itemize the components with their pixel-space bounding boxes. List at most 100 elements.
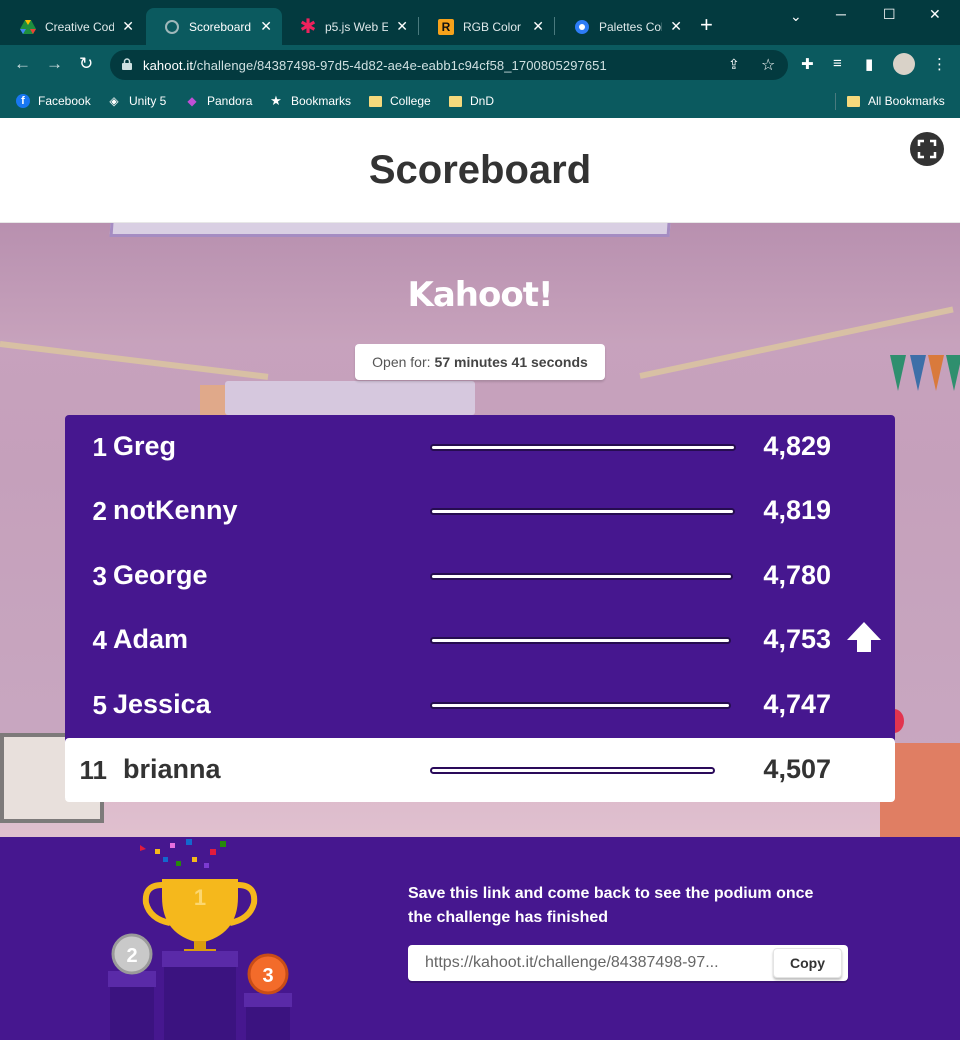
save-link-message: Save this link and come back to see the … bbox=[408, 885, 814, 926]
unity-icon: ◈ bbox=[109, 94, 119, 108]
podium-first-label: 1 bbox=[194, 885, 206, 910]
player-score: 4,753 bbox=[763, 624, 831, 654]
fullscreen-button[interactable] bbox=[910, 132, 944, 166]
current-player-row: 11 brianna 4,507 bbox=[65, 738, 895, 802]
folder-icon bbox=[368, 94, 382, 108]
podium-second-label: 2 bbox=[126, 945, 137, 967]
tab-p5js[interactable]: ✱ p5.js Web Ed ✕ bbox=[282, 8, 418, 45]
close-icon[interactable]: ✕ bbox=[396, 18, 408, 35]
lock-icon bbox=[122, 58, 132, 70]
leaderboard: 1 Greg 4,829 2 notKenny 4,819 3 George 4… bbox=[65, 415, 895, 802]
confetti bbox=[204, 863, 209, 868]
tab-scoreboard[interactable]: Scoreboard - ✕ bbox=[146, 8, 282, 45]
podium-third bbox=[246, 1007, 290, 1040]
challenge-link-input[interactable] bbox=[425, 954, 765, 972]
confetti bbox=[140, 845, 146, 851]
bookmark-label: Facebook bbox=[38, 94, 91, 108]
bookmarks-separator bbox=[835, 93, 836, 110]
share-icon[interactable]: ⇪ bbox=[728, 56, 740, 73]
confetti bbox=[163, 857, 168, 862]
player-rank: 5 bbox=[92, 690, 107, 720]
tab-title: Palettes Colo bbox=[599, 19, 662, 34]
player-score: 4,507 bbox=[763, 754, 831, 784]
leaderboard-row: 3 George 4,780 bbox=[65, 544, 895, 608]
minimize-icon[interactable]: ─ bbox=[836, 6, 846, 22]
bookmark-bookmarks[interactable]: ★ Bookmarks bbox=[269, 92, 351, 110]
facebook-icon: f bbox=[16, 94, 30, 108]
url-text: kahoot.it/challenge/84387498-97d5-4d82-a… bbox=[143, 58, 607, 73]
leaderboard-row: 4 Adam 4,753 bbox=[65, 608, 895, 672]
bookmark-dnd[interactable]: DnD bbox=[448, 92, 494, 110]
bunting-flag bbox=[890, 355, 906, 391]
score-bar bbox=[430, 508, 735, 515]
address-bar[interactable]: kahoot.it/challenge/84387498-97d5-4d82-a… bbox=[110, 50, 788, 80]
bookmark-label: DnD bbox=[470, 94, 495, 108]
podium-top bbox=[162, 951, 238, 967]
pandora-icon: ◆ bbox=[187, 94, 197, 108]
back-icon[interactable]: ← bbox=[14, 54, 31, 74]
player-score: 4,780 bbox=[763, 560, 831, 590]
bookmark-facebook[interactable]: f Facebook bbox=[16, 92, 91, 110]
all-bookmarks[interactable]: All Bookmarks bbox=[846, 92, 945, 110]
extensions-icon[interactable]: ✚ bbox=[801, 55, 814, 73]
browser-tab-bar: Creative Cod ✕ Scoreboard - ✕ ✱ p5.js We… bbox=[0, 0, 960, 45]
close-icon[interactable]: ✕ bbox=[260, 18, 272, 35]
bookmark-pandora[interactable]: ◆ Pandora bbox=[185, 92, 252, 110]
player-name: Adam bbox=[113, 624, 189, 654]
media-icon[interactable]: ≡ bbox=[833, 55, 842, 72]
profile-avatar[interactable] bbox=[893, 53, 915, 75]
podium-second bbox=[110, 987, 154, 1040]
kahoot-logo: Kahoot! bbox=[407, 275, 554, 315]
maximize-icon[interactable]: ☐ bbox=[883, 6, 896, 23]
score-bar bbox=[430, 444, 736, 451]
confetti bbox=[210, 849, 216, 855]
player-score: 4,747 bbox=[763, 689, 831, 719]
confetti bbox=[170, 843, 175, 848]
bunting-flag bbox=[928, 355, 944, 391]
podium-illustration: 1 2 3 bbox=[108, 839, 292, 1040]
asterisk-icon: ✱ bbox=[299, 16, 317, 38]
player-name: notKenny bbox=[113, 495, 238, 525]
player-rank: 3 bbox=[92, 561, 107, 591]
challenge-link-box: Copy bbox=[408, 945, 848, 981]
bunting-flag bbox=[946, 355, 960, 391]
player-rank: 4 bbox=[92, 625, 107, 655]
score-bar bbox=[430, 573, 733, 580]
score-bar bbox=[430, 767, 715, 774]
tab-creative-coding[interactable]: Creative Cod ✕ bbox=[2, 8, 144, 45]
tab-title: Scoreboard - bbox=[189, 19, 253, 34]
leaderboard-row: 2 notKenny 4,819 bbox=[65, 479, 895, 543]
bookmark-unity[interactable]: ◈ Unity 5 bbox=[107, 92, 166, 110]
new-tab-button[interactable]: + bbox=[700, 13, 713, 37]
reload-icon[interactable]: ↻ bbox=[79, 54, 93, 74]
confetti bbox=[220, 841, 226, 847]
podium-top bbox=[244, 993, 292, 1007]
bookmark-college[interactable]: College bbox=[368, 92, 431, 110]
tab-title: Creative Cod bbox=[45, 19, 115, 34]
wall-edge bbox=[0, 341, 269, 380]
side-panel-icon[interactable]: ▮ bbox=[865, 55, 873, 73]
forward-icon[interactable]: → bbox=[46, 54, 63, 74]
page-header: Scoreboard bbox=[0, 118, 960, 223]
bookmark-label: Bookmarks bbox=[291, 94, 352, 108]
rank-up-arrow-icon bbox=[847, 622, 881, 652]
copy-button[interactable]: Copy bbox=[773, 948, 842, 978]
tab-search-icon[interactable]: ⌄ bbox=[790, 8, 802, 25]
timer-value: 57 minutes 41 seconds bbox=[434, 354, 588, 370]
tab-rgb-color[interactable]: R RGB Color Co ✕ bbox=[420, 8, 554, 45]
star-icon[interactable]: ☆ bbox=[761, 55, 775, 75]
fullscreen-icon bbox=[917, 139, 937, 159]
r-logo-icon: R bbox=[438, 18, 454, 35]
close-icon[interactable]: ✕ bbox=[670, 18, 682, 35]
close-icon[interactable]: ✕ bbox=[122, 18, 134, 35]
menu-icon[interactable]: ⋮ bbox=[932, 55, 947, 73]
close-icon[interactable]: ✕ bbox=[532, 18, 544, 35]
folder-icon bbox=[846, 94, 860, 108]
timer-label: Open for: bbox=[372, 354, 431, 370]
confetti bbox=[192, 857, 197, 862]
bookmark-label: Pandora bbox=[207, 94, 253, 108]
tab-palettes[interactable]: Palettes Colo ✕ bbox=[556, 8, 692, 45]
ceiling-lamp bbox=[109, 223, 671, 237]
podium-first bbox=[164, 967, 236, 1040]
window-close-icon[interactable]: ✕ bbox=[929, 6, 941, 23]
